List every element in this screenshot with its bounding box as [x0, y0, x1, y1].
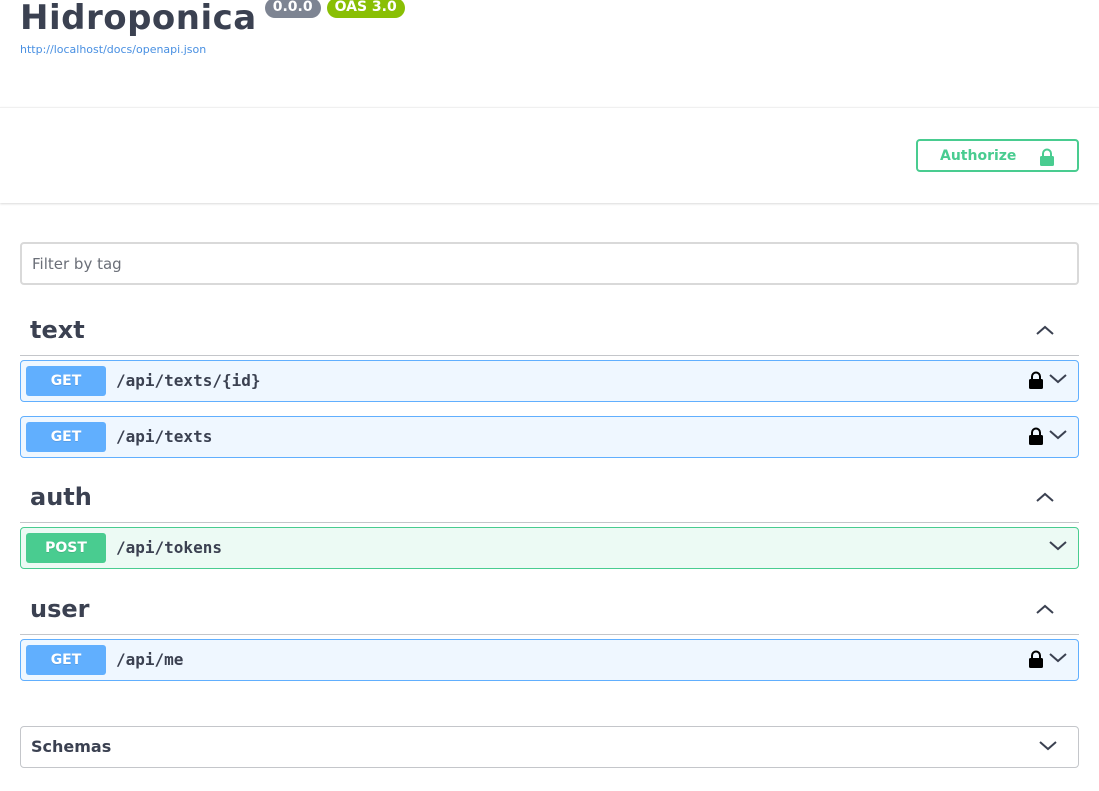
operation-path: /api/tokens — [116, 538, 222, 557]
authorize-label: Authorize — [940, 147, 1017, 164]
chevron-down-icon[interactable] — [1048, 373, 1068, 385]
api-info: Hidroponica 0.0.0 OAS 3.0 http://localho… — [20, 0, 405, 60]
filter-by-tag-input[interactable] — [20, 242, 1079, 285]
chevron-down-icon[interactable] — [1038, 740, 1058, 752]
method-badge: POST — [26, 533, 106, 563]
opblock-get-texts-id[interactable]: GET /api/texts/{id} — [20, 360, 1079, 402]
tag-name: text — [30, 316, 85, 344]
spec-link[interactable]: http://localhost/docs/openapi.json — [20, 43, 206, 56]
lock-icon — [1040, 148, 1054, 166]
tag-name: user — [30, 595, 90, 623]
method-badge: GET — [26, 645, 106, 675]
tag-section-text: text GET /api/texts/{id} GET /api/texts — [20, 306, 1079, 458]
oas-badge: OAS 3.0 — [326, 0, 405, 18]
chevron-up-icon[interactable] — [1035, 324, 1055, 336]
authorize-button[interactable]: Authorize — [916, 139, 1079, 172]
method-badge: GET — [26, 422, 106, 452]
schemas-section[interactable]: Schemas — [20, 726, 1079, 768]
chevron-down-icon[interactable] — [1048, 429, 1068, 441]
tag-section-auth: auth POST /api/tokens — [20, 473, 1079, 569]
lock-icon[interactable] — [1028, 371, 1044, 389]
tag-name: auth — [30, 483, 92, 511]
title-row: Hidroponica 0.0.0 OAS 3.0 — [20, 0, 405, 36]
opblock-post-tokens[interactable]: POST /api/tokens — [20, 527, 1079, 569]
operation-path: /api/texts — [116, 427, 213, 446]
method-badge: GET — [26, 366, 106, 396]
chevron-up-icon[interactable] — [1035, 603, 1055, 615]
operation-path: /api/texts/{id} — [116, 371, 261, 390]
schemas-title: Schemas — [31, 737, 112, 756]
operation-path: /api/me — [116, 650, 184, 669]
api-title: Hidroponica — [20, 0, 257, 38]
lock-icon[interactable] — [1028, 427, 1044, 445]
scheme-container: Authorize — [0, 107, 1099, 203]
tag-section-user: user GET /api/me — [20, 585, 1079, 681]
opblock-get-me[interactable]: GET /api/me — [20, 639, 1079, 681]
tag-header-text[interactable]: text — [20, 306, 1079, 356]
lock-icon[interactable] — [1028, 650, 1044, 668]
version-badge: 0.0.0 — [264, 0, 321, 18]
chevron-up-icon[interactable] — [1035, 491, 1055, 503]
tag-header-auth[interactable]: auth — [20, 473, 1079, 523]
opblock-get-texts[interactable]: GET /api/texts — [20, 416, 1079, 458]
chevron-down-icon[interactable] — [1048, 540, 1068, 552]
tag-header-user[interactable]: user — [20, 585, 1079, 635]
chevron-down-icon[interactable] — [1048, 652, 1068, 664]
